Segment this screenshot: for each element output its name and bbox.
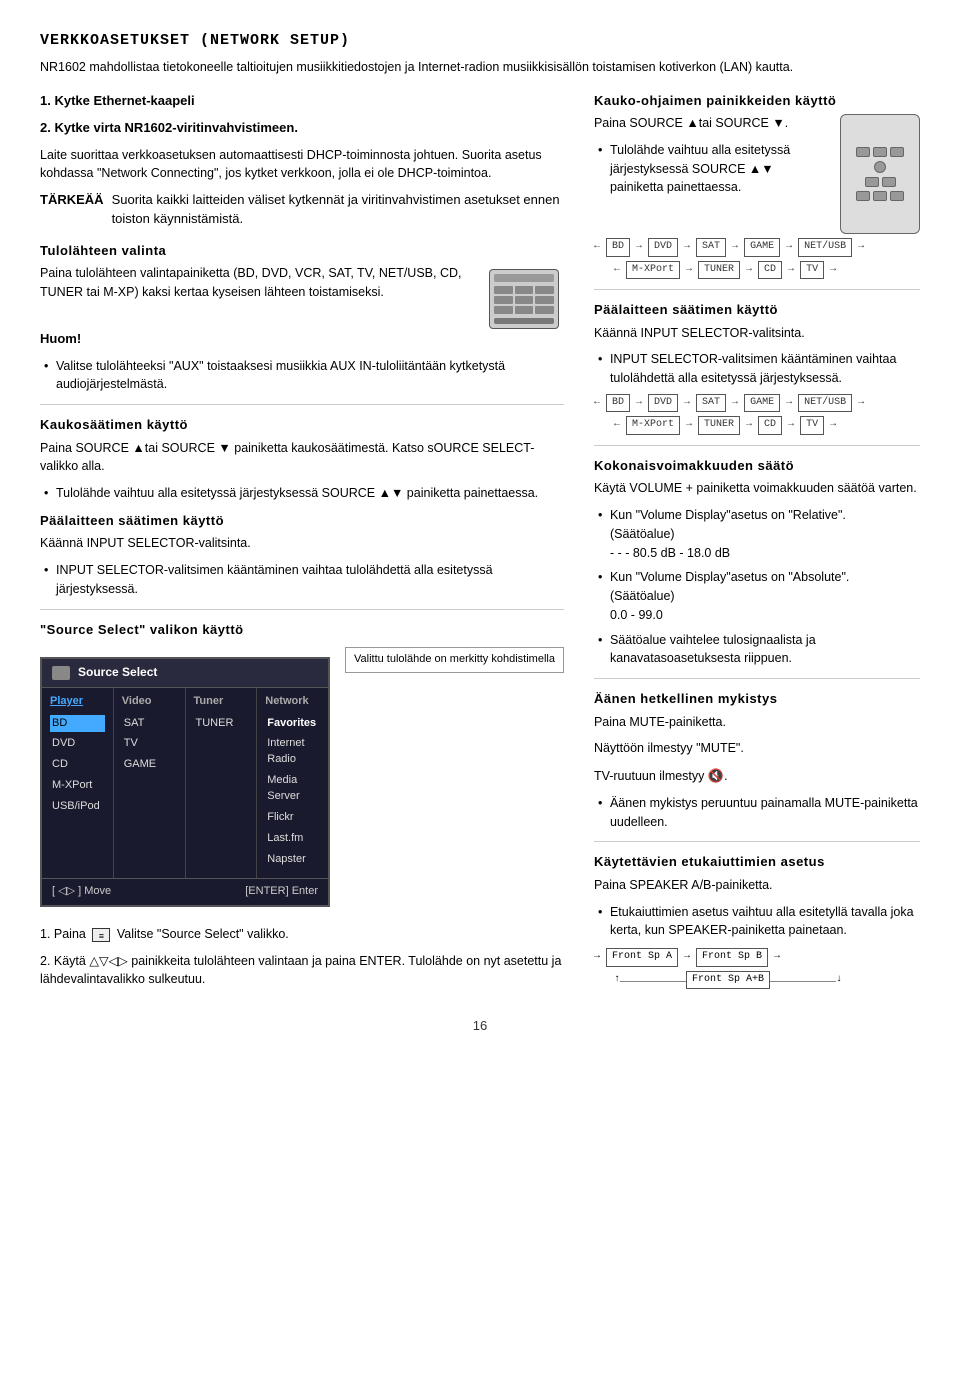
col-network-header: Network bbox=[265, 694, 320, 710]
selector-bar-2: ← M-XPort → TUNER → CD → TV → bbox=[614, 261, 920, 280]
remote-device-diagram bbox=[840, 114, 920, 234]
kauko-ohjaimen-title: Kauko-ohjaimen painikkeiden käyttö bbox=[594, 91, 920, 111]
ss-enter-label: [ENTER] Enter bbox=[245, 884, 318, 900]
col-tuner-header: Tuner bbox=[194, 694, 249, 710]
ss-col-network: Network Favorites Internet Radio Media S… bbox=[257, 688, 328, 878]
ss-title: Source Select bbox=[78, 664, 157, 681]
source-icon bbox=[52, 666, 70, 680]
right-column: Kauko-ohjaimen painikkeiden käyttö Paina… bbox=[594, 91, 920, 998]
kaytettavien-text: Paina SPEAKER A/B-painiketta. bbox=[594, 876, 920, 895]
paalaitteen-text: Käännä INPUT SELECTOR-valitsinta. bbox=[40, 534, 564, 553]
step1-text: Valitse "Source Select" valikko. bbox=[117, 927, 289, 941]
paalaitteen2-title: Päälaitteen säätimen käyttö bbox=[594, 300, 920, 320]
kauko-bullet: Tulolähde vaihtuu alla esitetyssä järjes… bbox=[594, 141, 828, 197]
page-number: 16 bbox=[40, 1017, 920, 1036]
tulolahde-bullet: Tulolähde vaihtuu alla esitetyssä järjes… bbox=[40, 484, 564, 503]
ss-col-player: Player BD DVD CD M-XPort USB/iPod bbox=[42, 688, 114, 878]
paalaitteen-title: Päälaitteen säätimen käyttö bbox=[40, 511, 564, 531]
step1-label: 1. Paina bbox=[40, 927, 86, 941]
ss-tooltip: Valittu tulolähde on merkitty kohdistime… bbox=[345, 647, 564, 673]
kauko-text: Paina SOURCE ▲tai SOURCE ▼. bbox=[594, 114, 828, 133]
selector-bar-3: ← BD → DVD → SAT → GAME → NET/USB → bbox=[594, 394, 920, 413]
mute-icon: 🔇 bbox=[708, 768, 724, 783]
col-video-header: Video bbox=[122, 694, 177, 710]
input-selector-bullet: INPUT SELECTOR-valitsimen kääntäminen va… bbox=[40, 561, 564, 599]
page-title: VERKKOASETUKSET (NETWORK SETUP) bbox=[40, 30, 920, 52]
source-select-title: Tulolähteen valinta bbox=[40, 241, 564, 261]
ss-col-video: Video SAT TV GAME bbox=[114, 688, 186, 878]
virite-step: 2. Kytke virta NR1602-viritinvahvistimee… bbox=[40, 118, 564, 138]
huom-bullet: Valitse tulolähteeksi "AUX" toistaaksesi… bbox=[40, 357, 564, 395]
menu-icon: ≡ bbox=[92, 928, 110, 942]
step1: 1. Paina ≡ Valitse "Source Select" valik… bbox=[40, 925, 564, 944]
ss-item-flickr[interactable]: Flickr bbox=[265, 809, 320, 827]
relative-bullet: Kun "Volume Display"asetus on "Relative"… bbox=[594, 506, 920, 562]
step2: 2. Käytä △▽◁▷ painikkeita tulolähteen va… bbox=[40, 952, 564, 990]
source-select-valikon-title: "Source Select" valikon käyttö bbox=[40, 620, 564, 640]
kaukosaatimen-title: Kaukosäätimen käyttö bbox=[40, 415, 564, 435]
ss-item-favorites[interactable]: Favorites bbox=[265, 715, 320, 733]
col-player-header: Player bbox=[50, 694, 105, 710]
aanen-bullet: Äänen mykistys peruuntuu painamalla MUTE… bbox=[594, 794, 920, 832]
warning-label: TÄRKEÄÄ bbox=[40, 191, 104, 229]
ss-item-game[interactable]: GAME bbox=[122, 756, 177, 774]
kaukosaatimen-text: Paina SOURCE ▲tai SOURCE ▼ painiketta ka… bbox=[40, 439, 564, 477]
ss-item-bd[interactable]: BD bbox=[50, 715, 105, 733]
kokonais-text: Käytä VOLUME + painiketta voimakkuuden s… bbox=[594, 479, 920, 498]
warning-text: Suorita kaikki laitteiden väliset kytken… bbox=[112, 191, 564, 229]
device-diagram bbox=[489, 269, 564, 329]
aanen-text1: Paina MUTE-painiketta. bbox=[594, 713, 920, 732]
ss-item-sat[interactable]: SAT bbox=[122, 715, 177, 733]
ss-item-tv[interactable]: TV bbox=[122, 735, 177, 753]
ss-item-lastfm[interactable]: Last.fm bbox=[265, 830, 320, 848]
selector-bar-1: ← BD → DVD → SAT → GAME → NET/USB → bbox=[594, 238, 920, 257]
ss-item-napster[interactable]: Napster bbox=[265, 851, 320, 869]
warning-box: TÄRKEÄÄ Suorita kaikki laitteiden välise… bbox=[40, 191, 564, 229]
ss-item-tuner[interactable]: TUNER bbox=[194, 715, 249, 733]
ss-item-internet-radio[interactable]: Internet Radio bbox=[265, 735, 320, 769]
left-column: 1. Kytke Ethernet-kaapeli 2. Kytke virta… bbox=[40, 91, 564, 998]
kaytettavien-title: Käytettävien etukaiuttimien asetus bbox=[594, 852, 920, 872]
kokonais-title: Kokonaisvoimakkuuden säätö bbox=[594, 456, 920, 476]
page-subtitle: NR1602 mahdollistaa tietokoneelle taltio… bbox=[40, 58, 920, 77]
aanen-text3: TV-ruutuun ilmestyy 🔇. bbox=[594, 766, 920, 786]
ethernet-step: 1. Kytke Ethernet-kaapeli bbox=[40, 91, 564, 111]
speaker-diagram: → Front Sp A → Front Sp B → ↑___________… bbox=[594, 948, 920, 989]
input2-bullet: INPUT SELECTOR-valitsimen kääntäminen va… bbox=[594, 350, 920, 388]
huom-title: Huom! bbox=[40, 329, 564, 349]
ss-item-mxport[interactable]: M-XPort bbox=[50, 777, 105, 795]
ss-item-cd[interactable]: CD bbox=[50, 756, 105, 774]
ss-header: Source Select bbox=[42, 659, 328, 687]
selector-bar-4: ← M-XPort → TUNER → CD → TV → bbox=[614, 416, 920, 435]
aanen-text2: Näyttöön ilmestyy "MUTE". bbox=[594, 739, 920, 758]
absolute-bullet: Kun "Volume Display"asetus on "Absolute"… bbox=[594, 568, 920, 624]
source-select-ui[interactable]: Source Select Player BD DVD CD M-XPort U… bbox=[40, 657, 330, 907]
aanen-title: Äänen hetkellinen mykistys bbox=[594, 689, 920, 709]
ss-item-media-server[interactable]: Media Server bbox=[265, 772, 320, 806]
ss-item-usb[interactable]: USB/iPod bbox=[50, 798, 105, 816]
ss-item-dvd[interactable]: DVD bbox=[50, 735, 105, 753]
saato-bullet: Säätöalue vaihtelee tulosignaalista ja k… bbox=[594, 631, 920, 669]
ss-columns: Player BD DVD CD M-XPort USB/iPod Video … bbox=[42, 688, 328, 878]
speaker-bullet: Etukaiuttimien asetus vaihtuu alla esite… bbox=[594, 903, 920, 941]
source-select-text: Paina tulolähteen valintapainiketta (BD,… bbox=[40, 264, 474, 302]
ss-col-tuner: Tuner TUNER bbox=[186, 688, 258, 878]
source-select-section: Tulolähteen valinta Paina tulolähteen va… bbox=[40, 241, 564, 330]
dhcp-note: Laite suorittaa verkkoasetuksen automaat… bbox=[40, 146, 564, 184]
ss-move-label: [ ◁▷ ] Move bbox=[52, 884, 111, 900]
ss-footer: [ ◁▷ ] Move [ENTER] Enter bbox=[42, 878, 328, 905]
paalaitteen2-text: Käännä INPUT SELECTOR-valitsinta. bbox=[594, 324, 920, 343]
